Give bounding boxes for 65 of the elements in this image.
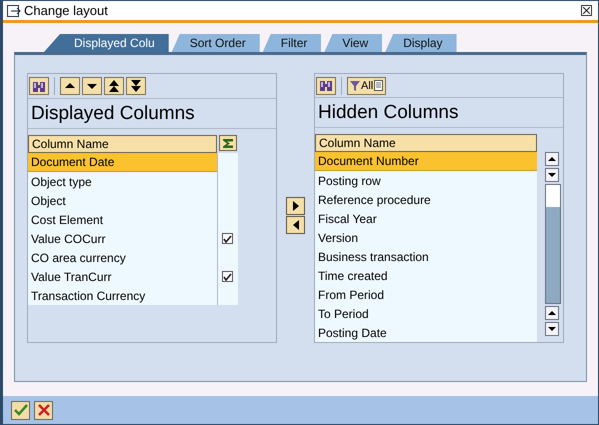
panel-title: Hidden Columns: [315, 98, 563, 128]
find-button[interactable]: [29, 77, 49, 95]
binoculars-icon: [32, 80, 46, 92]
up-triangle-icon: [548, 310, 556, 316]
list-row[interactable]: Posting Date: [315, 323, 537, 342]
checkbox[interactable]: [222, 271, 233, 282]
scroll-up-button[interactable]: [545, 152, 559, 166]
list-row[interactable]: Object: [28, 191, 217, 210]
confirm-button[interactable]: [11, 400, 30, 420]
scrollbar-track[interactable]: [545, 184, 561, 304]
tab[interactable]: Display: [385, 34, 457, 52]
move-up-button[interactable]: [60, 77, 80, 95]
list-row[interactable]: Reference procedure: [315, 190, 537, 209]
list-row[interactable]: Cost Element: [28, 210, 217, 229]
scrollbar-thumb[interactable]: [546, 185, 560, 207]
scroll-up-button[interactable]: [545, 306, 559, 320]
list-row[interactable]: From Period: [315, 285, 537, 304]
filter-button[interactable]: All: [347, 76, 386, 94]
list-row[interactable]: Fiscal Year: [315, 209, 537, 228]
double-down-icon: [130, 79, 142, 93]
list-row[interactable]: Transaction Currency: [28, 286, 217, 305]
document-icon: [374, 80, 384, 91]
list-row[interactable]: Version: [315, 228, 537, 247]
cross-icon: [38, 404, 50, 416]
list-row[interactable]: Object type: [28, 172, 217, 191]
list-row[interactable]: Value TranCurr: [28, 267, 217, 286]
show-column-button[interactable]: [286, 216, 305, 234]
funnel-icon: [350, 80, 360, 92]
checkbox[interactable]: [222, 233, 233, 244]
sum-button[interactable]: [219, 135, 237, 151]
left-triangle-icon: [292, 219, 300, 231]
move-down-button[interactable]: [82, 77, 102, 95]
list-row[interactable]: Business transaction: [315, 247, 537, 266]
window-icon: [7, 4, 21, 16]
double-up-icon: [108, 79, 120, 93]
move-bottom-button[interactable]: [126, 77, 146, 95]
list-row[interactable]: CO area currency: [28, 248, 217, 267]
list-row[interactable]: Time created: [315, 266, 537, 285]
right-triangle-icon: [292, 200, 300, 212]
cancel-button[interactable]: [34, 400, 53, 420]
down-triangle-icon: [548, 172, 556, 178]
tab[interactable]: Displayed Colu: [44, 34, 169, 52]
list-row[interactable]: Posting row: [315, 171, 537, 190]
find-button[interactable]: [316, 76, 336, 94]
list-row[interactable]: Document Date: [28, 153, 217, 172]
binoculars-icon: [319, 79, 333, 92]
move-top-button[interactable]: [104, 77, 124, 95]
tab[interactable]: Filter: [262, 34, 322, 52]
down-triangle-icon: [548, 326, 556, 332]
scroll-down-button[interactable]: [545, 322, 559, 336]
list-row[interactable]: Document Number: [315, 152, 537, 171]
tab[interactable]: Sort Order: [172, 34, 260, 52]
list-row[interactable]: To Period: [315, 304, 537, 323]
close-button[interactable]: [581, 5, 592, 16]
sigma-icon: [222, 138, 234, 148]
panel-title: Displayed Columns: [28, 99, 276, 129]
column-header[interactable]: Column Name: [315, 134, 537, 152]
up-triangle-icon: [548, 156, 556, 162]
scroll-down-button[interactable]: [545, 168, 559, 182]
checkmark-icon: [14, 404, 28, 416]
column-header[interactable]: Column Name: [28, 135, 217, 153]
list-row[interactable]: Value COCurr: [28, 229, 217, 248]
window-title: Change layout: [24, 3, 109, 18]
tab[interactable]: View: [324, 34, 382, 52]
hide-column-button[interactable]: [286, 197, 305, 215]
